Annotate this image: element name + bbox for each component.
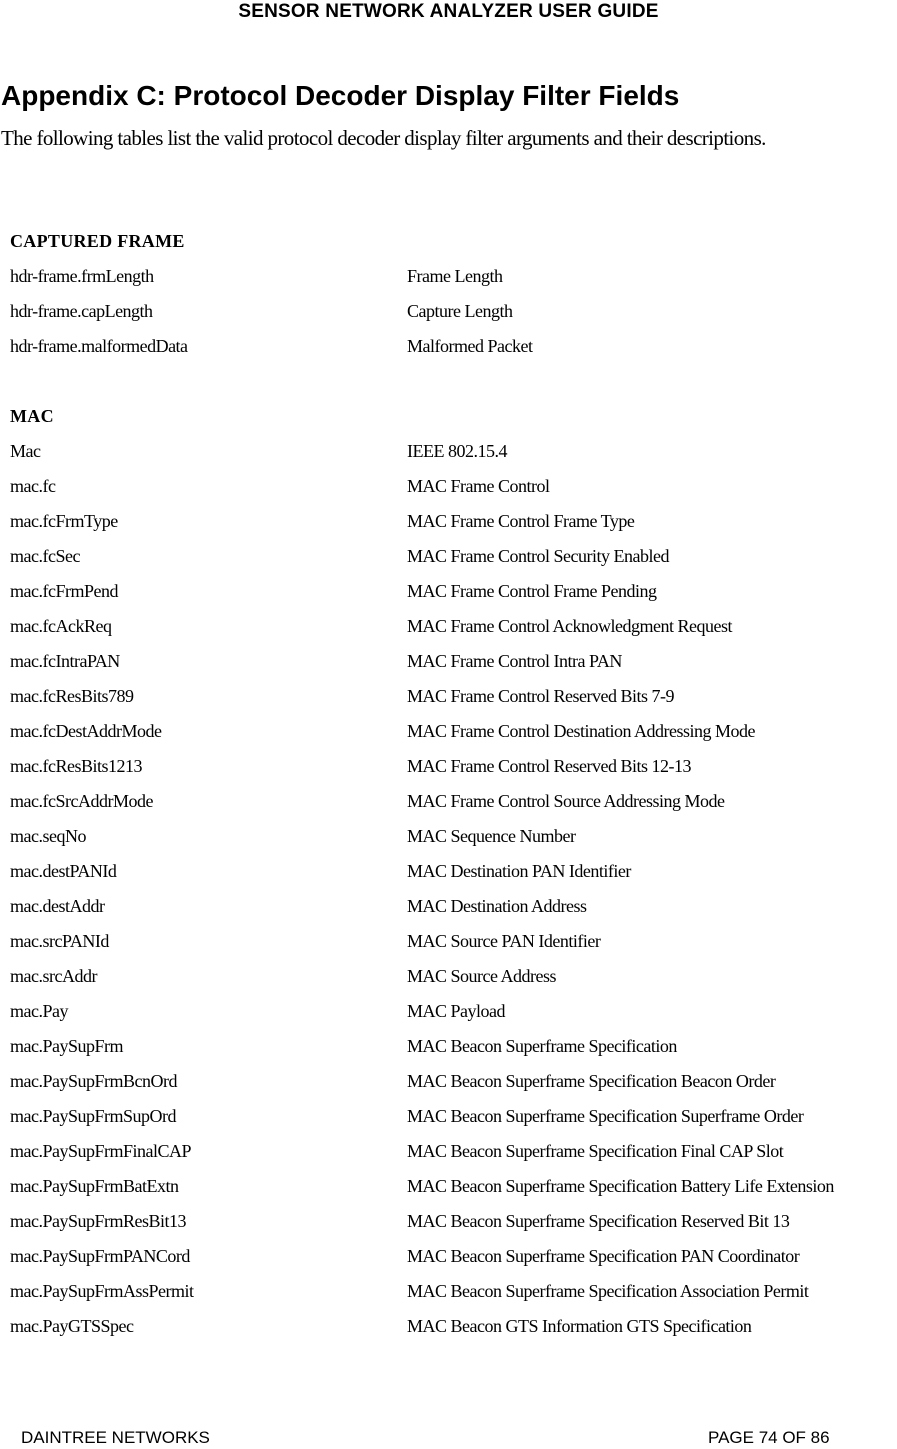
filter-field-name: Mac — [10, 441, 41, 461]
table-row: mac.Pay MAC Payload — [0, 999, 897, 1023]
filter-field-description: MAC Destination Address — [407, 896, 587, 916]
table-row: mac.fcFrmPend MAC Frame Control Frame Pen… — [0, 579, 897, 603]
table-row: mac.fcDestAddrMode MAC Frame Control Dest… — [0, 719, 897, 743]
filter-field-name: mac.PaySupFrm — [10, 1036, 124, 1056]
filter-field-description: MAC Beacon Superframe Specification Beac… — [407, 1071, 776, 1091]
filter-field-name: mac.fc — [10, 476, 56, 496]
table-row: mac.fcResBits1213 MAC Frame Control Reser… — [0, 754, 897, 778]
filter-field-description: MAC Beacon Superframe Specification Batt… — [407, 1176, 834, 1196]
filter-field-description: MAC Beacon Superframe Specification PAN … — [407, 1246, 800, 1266]
filter-field-name: mac.fcSec — [10, 546, 80, 566]
table-row: mac.srcPANId MAC Source PAN Identifier — [0, 929, 897, 953]
filter-field-name: hdr-frame.frmLength — [10, 266, 154, 286]
filter-field-description: MAC Source PAN Identifier — [407, 931, 601, 951]
table-row: Mac IEEE 802.15.4 — [0, 439, 897, 463]
filter-field-name: mac.fcFrmPend — [10, 581, 118, 601]
filter-field-name: mac.PayGTSSpec — [10, 1316, 134, 1336]
filter-field-description: Capture Length — [407, 301, 513, 321]
filter-field-description: MAC Frame Control Reserved Bits 12-13 — [407, 756, 691, 776]
table-row: mac.PaySupFrmBcnOrd MAC Beacon Superframe… — [0, 1069, 897, 1093]
footer-page-number: PAGE 74 OF 86 — [708, 1428, 830, 1447]
filter-field-name: hdr-frame.malformedData — [10, 336, 188, 356]
filter-field-description: IEEE 802.15.4 — [407, 441, 507, 461]
filter-field-description: MAC Beacon Superframe Specification Rese… — [407, 1211, 790, 1231]
table-row: mac.fcFrmType MAC Frame Control Frame Typ… — [0, 509, 897, 533]
filter-field-description: MAC Beacon Superframe Specification — [407, 1036, 677, 1056]
table-row: mac.destAddr MAC Destination Address — [0, 894, 897, 918]
table-row: mac.fcResBits789 MAC Frame Control Reserv… — [0, 684, 897, 708]
table-row: mac.PaySupFrmPANCord MAC Beacon Superfram… — [0, 1244, 897, 1268]
filter-field-name: mac.fcDestAddrMode — [10, 721, 162, 741]
table-row: mac.PaySupFrmAssPermit MAC Beacon Superfr… — [0, 1279, 897, 1303]
table-row: mac.srcAddr MAC Source Address — [0, 964, 897, 988]
filter-field-name: mac.fcResBits1213 — [10, 756, 142, 776]
section-heading: MAC — [10, 406, 54, 426]
table-row: mac.fcAckReq MAC Frame Control Acknowledg… — [0, 614, 897, 638]
filter-field-name: mac.fcAckReq — [10, 616, 112, 636]
filter-field-name: mac.PaySupFrmBcnOrd — [10, 1071, 177, 1091]
filter-field-description: MAC Sequence Number — [407, 826, 576, 846]
filter-field-description: Frame Length — [407, 266, 503, 286]
filter-field-description: MAC Beacon Superframe Specification Fina… — [407, 1141, 784, 1161]
filter-field-description: Malformed Packet — [407, 336, 533, 356]
table-row: mac.PaySupFrmFinalCAP MAC Beacon Superfra… — [0, 1139, 897, 1163]
filter-field-name: mac.destPANId — [10, 861, 117, 881]
table-row: hdr-frame.capLength Capture Length — [0, 299, 897, 323]
section-heading: CAPTURED FRAME — [10, 231, 185, 251]
filter-field-name: mac.PaySupFrmFinalCAP — [10, 1141, 192, 1161]
filter-field-description: MAC Frame Control Reserved Bits 7-9 — [407, 686, 674, 706]
table-row: mac.PaySupFrmResBit13 MAC Beacon Superfra… — [0, 1209, 897, 1233]
running-header: SENSOR NETWORK ANALYZER USER GUIDE — [238, 1, 659, 22]
filter-field-name: mac.fcResBits789 — [10, 686, 134, 706]
filter-field-description: MAC Frame Control Source Addressing Mode — [407, 791, 725, 811]
table-row: mac.seqNo MAC Sequence Number — [0, 824, 897, 848]
filter-field-name: mac.PaySupFrmAssPermit — [10, 1281, 194, 1301]
table-row: mac.fcIntraPAN MAC Frame Control Intra PA… — [0, 649, 897, 673]
filter-field-name: mac.fcIntraPAN — [10, 651, 120, 671]
filter-field-name: mac.seqNo — [10, 826, 86, 846]
filter-field-name: mac.fcFrmType — [10, 511, 118, 531]
filter-field-description: MAC Frame Control — [407, 476, 550, 496]
filter-field-name: mac.destAddr — [10, 896, 105, 916]
table-row: mac.PayGTSSpec MAC Beacon GTS Information… — [0, 1314, 897, 1338]
table-row: mac.destPANId MAC Destination PAN Identif… — [0, 859, 897, 883]
filter-field-name: mac.Pay — [10, 1001, 68, 1021]
filter-field-description: MAC Source Address — [407, 966, 557, 986]
filter-field-description: MAC Frame Control Frame Type — [407, 511, 635, 531]
table-row: mac.PaySupFrm MAC Beacon Superframe Speci… — [0, 1034, 897, 1058]
table-row: mac.PaySupFrmBatExtn MAC Beacon Superfram… — [0, 1174, 897, 1198]
filter-field-description: MAC Destination PAN Identifier — [407, 861, 631, 881]
filter-field-name: mac.srcAddr — [10, 966, 97, 986]
filter-field-name: mac.PaySupFrmBatExtn — [10, 1176, 179, 1196]
filter-field-description: MAC Frame Control Security Enabled — [407, 546, 669, 566]
filter-field-description: MAC Frame Control Intra PAN — [407, 651, 622, 671]
intro-paragraph: The following tables list the valid prot… — [1, 126, 766, 150]
filter-field-name: mac.srcPANId — [10, 931, 109, 951]
table-row: mac.PaySupFrmSupOrd MAC Beacon Superframe… — [0, 1104, 897, 1128]
filter-field-name: hdr-frame.capLength — [10, 301, 153, 321]
filter-field-description: MAC Beacon Superframe Specification Asso… — [407, 1281, 809, 1301]
filter-field-name: mac.fcSrcAddrMode — [10, 791, 153, 811]
filter-field-name: mac.PaySupFrmPANCord — [10, 1246, 190, 1266]
filter-field-description: MAC Frame Control Frame Pending — [407, 581, 657, 601]
table-row: mac.fc MAC Frame Control — [0, 474, 897, 498]
table-row: hdr-frame.frmLength Frame Length — [0, 264, 897, 288]
filter-field-description: MAC Beacon GTS Information GTS Specifica… — [407, 1316, 752, 1336]
filter-field-name: mac.PaySupFrmResBit13 — [10, 1211, 187, 1231]
table-row: mac.fcSrcAddrMode MAC Frame Control Sourc… — [0, 789, 897, 813]
table-row: hdr-frame.malformedData Malformed Packet — [0, 334, 897, 358]
table-row: mac.fcSec MAC Frame Control Security Enab… — [0, 544, 897, 568]
filter-field-description: MAC Beacon Superframe Specification Supe… — [407, 1106, 804, 1126]
filter-field-name: mac.PaySupFrmSupOrd — [10, 1106, 177, 1126]
page-title: Appendix C: Protocol Decoder Display Fil… — [1, 80, 680, 111]
filter-field-description: MAC Frame Control Destination Addressing… — [407, 721, 755, 741]
filter-field-description: MAC Frame Control Acknowledgment Request — [407, 616, 732, 636]
footer-company: DAINTREE NETWORKS — [21, 1428, 210, 1447]
filter-field-description: MAC Payload — [407, 1001, 506, 1021]
